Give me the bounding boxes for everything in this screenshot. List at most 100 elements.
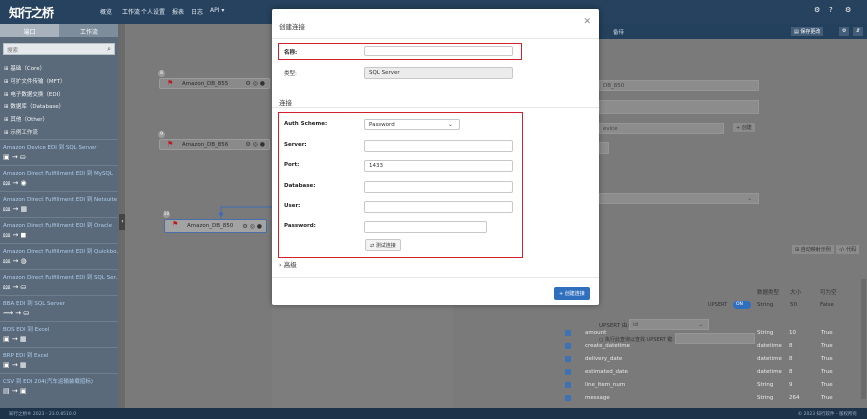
save-changes-button[interactable]: ▤ 保存更改	[791, 27, 824, 36]
list-item-title: Amazon Direct Fulfillment EDI 到 MySQL	[3, 171, 113, 177]
flow-canvas[interactable]: 8 ⚑ Amazon_DB_855 ⚙ ◎ ● 9 ⚑ Amazon_DB_85…	[125, 24, 272, 408]
column-header-type: 数据类型	[757, 290, 780, 296]
table-row[interactable]: amount String 10 True	[561, 327, 861, 339]
list-item[interactable]: BOS EDI 到 Excel ▣ → ▦	[0, 321, 118, 347]
settings-icon[interactable]: ⚙	[845, 6, 851, 14]
row-type: String	[757, 330, 774, 336]
panel-tab[interactable]: 备待	[613, 28, 624, 36]
server-input[interactable]	[364, 140, 513, 152]
list-item-title: Amazon Direct Fulfillment EDI 到 Netsuite	[3, 197, 118, 203]
port-id-field[interactable]: DB_850	[599, 80, 759, 91]
list-item[interactable]: Amazon Direct Fulfillment EDI 到 Oracle ⅏ …	[0, 217, 118, 243]
create-connection-button[interactable]: + 创建连接	[554, 287, 590, 300]
create-connection-dialog: 创建连接 ✕ 名称: 类型: SQL Server 连接 Auth Scheme…	[272, 9, 599, 305]
password-input[interactable]	[364, 221, 487, 233]
list-item[interactable]: Amazon Direct Fulfillment EDI 到 Netsuite…	[0, 191, 118, 217]
category-sample-workflows[interactable]: ⊞ 示例工作流	[4, 128, 38, 136]
table-row[interactable]: message String 264 True	[561, 392, 861, 404]
list-item-title: Amazon Direct Fulfillment EDI 到 SQL Ser.…	[3, 275, 121, 281]
upsert-toggle[interactable]: ON	[733, 301, 751, 309]
list-item[interactable]: BRP EDI 到 Excel ▣ → ▦	[0, 347, 118, 373]
row-size: 8	[789, 369, 793, 375]
row-type: datetime	[757, 356, 782, 362]
footer: 知行之桥® 2023 - 23.0.8510.0 © 2023 知行软件 - 版…	[0, 408, 867, 419]
row-checkbox[interactable]	[565, 343, 571, 349]
category-edi[interactable]: ⊞ 电子数据交换（EDI）	[4, 90, 64, 98]
gear-icon[interactable]: ⚙	[814, 6, 820, 14]
row-nullable: True	[821, 330, 833, 336]
flow-connectors	[219, 206, 272, 219]
chevron-down-icon: ⌄	[747, 196, 752, 202]
category-database[interactable]: ⊞ 数据库（Database）	[4, 102, 64, 110]
add-connection-button[interactable]: + 创建	[733, 123, 755, 132]
list-item[interactable]: Amazon Direct Fulfillment EDI 到 MySQL ⅏ →…	[0, 165, 118, 191]
row-size: 264	[789, 395, 800, 401]
list-item[interactable]: Amazon Device EDI 到 SQL Server ▣ → ⛀	[0, 139, 118, 165]
nav-api[interactable]: API ▾	[210, 7, 224, 14]
nav-logs[interactable]: 日志	[191, 7, 203, 16]
list-item[interactable]: BBA EDI 到 SQL Server ⟿ → ⛀	[0, 295, 118, 321]
auth-scheme-select[interactable]: Password ⌄	[364, 119, 460, 130]
table-row[interactable]: line_item_num String 9 True	[561, 379, 861, 391]
chevron-down-icon: ⌄	[447, 121, 453, 128]
footer-version: 知行之桥® 2023 - 23.0.8510.0	[9, 412, 77, 417]
row-nullable: True	[821, 395, 833, 401]
password-label: Password:	[284, 223, 316, 229]
row-name: message	[585, 395, 610, 401]
user-label: User:	[284, 203, 301, 209]
row-checkbox[interactable]	[565, 382, 571, 388]
search-input[interactable]: 搜索 ⌕	[3, 43, 115, 55]
connection-select-value: evice	[603, 126, 618, 132]
table-row[interactable]: estimated_date datetime 8 True	[561, 366, 861, 378]
refresh-button[interactable]	[599, 142, 609, 154]
nav-reports[interactable]: 报表	[172, 7, 184, 16]
name-input[interactable]	[364, 46, 513, 56]
expand-icon[interactable]: ⇵	[853, 27, 864, 36]
test-connection-button[interactable]: ⇄ 测试连接	[365, 239, 401, 251]
category-other[interactable]: ⊞ 其他（Other）	[4, 115, 48, 123]
description-field[interactable]	[599, 100, 759, 114]
advanced-toggle[interactable]: › 高级	[279, 259, 297, 269]
brand-logo[interactable]: 知行之桥	[9, 4, 54, 21]
code-button[interactable]: ‹/› 代码	[836, 245, 860, 254]
row-checkbox[interactable]	[565, 356, 571, 362]
category-core[interactable]: ⊞ 基础（Core）	[4, 64, 45, 72]
list-item[interactable]: Amazon Direct Fulfillment EDI 到 Quickbo.…	[0, 243, 122, 269]
type-label: 类型:	[284, 71, 297, 77]
row-checkbox[interactable]	[565, 369, 571, 375]
row-checkbox[interactable]	[565, 395, 571, 401]
list-item[interactable]: CSV 到 EDI 204(汽车运输装载招标) ▤ → ▣	[0, 373, 118, 399]
left-sidebar: 端口 工作流 搜索 ⌕ ⊞ 基础（Core） ⊞ 可扩文件传输（MFT） ⊞ 电…	[0, 24, 122, 408]
database-input[interactable]	[364, 181, 513, 193]
help-icon[interactable]: ?	[829, 6, 833, 14]
user-input[interactable]	[364, 201, 513, 213]
table-row[interactable]: delivery_date datetime 8 True	[561, 353, 861, 365]
tab-ports[interactable]: 端口	[0, 24, 59, 37]
row-type: String	[757, 382, 774, 388]
table-row[interactable]: create_datetime datetime 8 True	[561, 340, 861, 352]
row-size: 8	[789, 356, 793, 362]
nav-workflow[interactable]: 工作流	[122, 7, 140, 16]
category-mft[interactable]: ⊞ 可扩文件传输（MFT）	[4, 77, 66, 85]
table-select[interactable]: ⌄	[599, 193, 759, 204]
close-icon[interactable]: ✕	[583, 17, 591, 27]
gear-icon[interactable]: ⚙	[839, 27, 850, 36]
nav-personal-settings[interactable]: 个人设置	[141, 7, 165, 16]
scrollbar[interactable]	[861, 279, 866, 399]
port-input[interactable]: 1433	[364, 160, 513, 172]
auth-scheme-label: Auth Scheme:	[284, 121, 328, 127]
list-item[interactable]: Amazon Direct Fulfillment EDI 到 SQL Ser.…	[0, 269, 121, 295]
tab-workflows[interactable]: 工作流	[80, 27, 98, 36]
nav-overview[interactable]: 概览	[100, 7, 112, 16]
connection-select[interactable]: evice	[599, 123, 724, 134]
row-type: datetime	[757, 343, 782, 349]
search-icon[interactable]: ⌕	[107, 45, 111, 54]
list-item-title: Amazon Direct Fulfillment EDI 到 Quickbo.…	[3, 249, 122, 255]
list-item-title: Amazon Direct Fulfillment EDI 到 Oracle	[3, 223, 112, 229]
name-label: 名称:	[284, 50, 298, 56]
divider	[272, 277, 599, 278]
search-placeholder: 搜索	[7, 48, 19, 54]
sidebar-tabs: 端口 工作流	[0, 24, 118, 37]
auto-map-button[interactable]: ⊞ 自动映射示例	[792, 245, 834, 254]
row-checkbox[interactable]	[565, 330, 571, 336]
